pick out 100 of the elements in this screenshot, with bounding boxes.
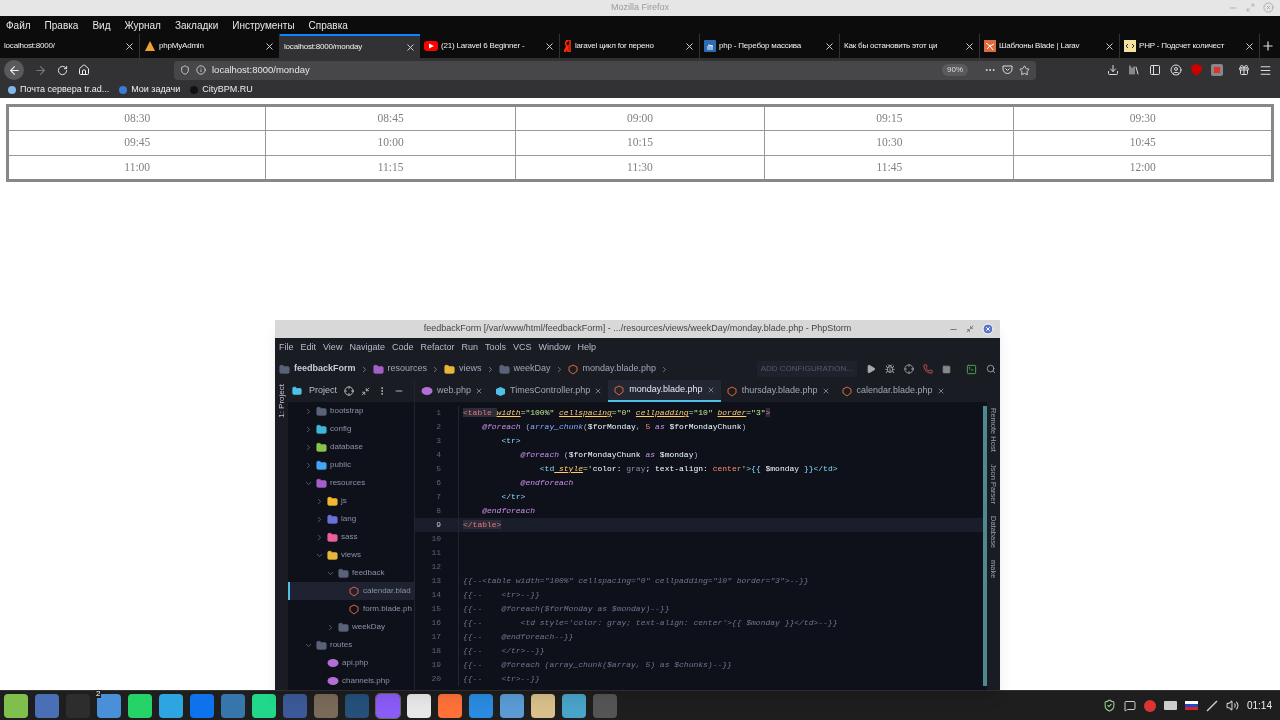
menu-item[interactable]: Tools xyxy=(484,341,506,355)
sidebar-icon[interactable] xyxy=(1149,64,1161,76)
bookmark-star-icon[interactable] xyxy=(1019,64,1030,76)
chat-icon[interactable] xyxy=(1123,699,1136,712)
menu-item[interactable]: Файл xyxy=(6,17,31,33)
editor-tab[interactable]: web.php xyxy=(415,380,490,402)
tree-item[interactable]: routes xyxy=(288,636,414,654)
tree-item[interactable]: feedback xyxy=(288,564,414,582)
tree-item[interactable]: database xyxy=(288,438,414,456)
tree-item[interactable]: lang xyxy=(288,510,414,528)
menu-icon[interactable] xyxy=(1259,63,1272,77)
account-icon[interactable] xyxy=(1170,64,1182,76)
run-icon[interactable] xyxy=(866,364,876,374)
project-view-dropdown[interactable]: Project xyxy=(309,384,337,398)
tree-item[interactable]: public xyxy=(288,456,414,474)
info-icon[interactable] xyxy=(196,65,206,75)
forward-icon[interactable] xyxy=(34,63,47,77)
tree-item[interactable]: weekDay xyxy=(288,618,414,636)
close-icon[interactable] xyxy=(824,40,835,52)
menu-item[interactable]: Справка xyxy=(308,17,348,33)
project-tool-tab[interactable]: 1: Project xyxy=(275,384,288,418)
close-icon[interactable] xyxy=(964,40,975,52)
back-button[interactable] xyxy=(4,60,24,80)
tree-item[interactable]: calendar.blad xyxy=(288,582,414,600)
menu-item[interactable]: VCS xyxy=(513,341,532,355)
taskbar-app-icon[interactable] xyxy=(252,693,276,718)
zoom-level[interactable]: 90% xyxy=(942,64,968,76)
menu-item[interactable]: Edit xyxy=(300,341,317,355)
browser-tab[interactable]: localhost:8000/monday xyxy=(280,34,420,58)
terminal-icon[interactable] xyxy=(966,363,977,375)
menu-item[interactable]: Закладки xyxy=(174,17,219,33)
collapse-icon[interactable] xyxy=(361,386,370,396)
bookmark[interactable]: Почта сервера tr.ad... xyxy=(8,83,110,97)
taskbar-app-icon[interactable] xyxy=(438,693,462,718)
menu-item[interactable]: Help xyxy=(577,341,597,355)
tree-item[interactable]: sass xyxy=(288,528,414,546)
taskbar-app-icon[interactable] xyxy=(159,693,183,718)
stop-icon[interactable] xyxy=(942,364,951,374)
notification-icon[interactable] xyxy=(1143,699,1156,712)
home-icon[interactable] xyxy=(78,64,90,76)
editor-tab[interactable]: TimesController.php xyxy=(489,380,609,402)
bookmark[interactable]: Мои задачи xyxy=(119,83,181,97)
menu-item[interactable]: Инструменты xyxy=(232,17,295,33)
shield-icon[interactable] xyxy=(180,65,190,75)
bookmark[interactable]: CityBPM.RU xyxy=(190,83,253,97)
menu-item[interactable]: Run xyxy=(461,341,478,355)
close-icon[interactable] xyxy=(264,40,275,52)
tree-item[interactable]: config xyxy=(288,420,414,438)
bug-icon[interactable] xyxy=(885,364,895,374)
menu-item[interactable]: Refactor xyxy=(420,341,455,355)
close-icon[interactable] xyxy=(544,40,555,52)
tree-item[interactable]: channels.php xyxy=(288,672,414,690)
search-icon[interactable] xyxy=(986,364,996,374)
menu-item[interactable]: Window xyxy=(538,341,571,355)
menu-item[interactable]: Журнал xyxy=(124,17,161,33)
taskbar-app-icon[interactable] xyxy=(407,693,431,718)
menu-item[interactable]: File xyxy=(279,341,294,355)
editor-tab[interactable]: thursday.blade.php xyxy=(720,380,836,402)
shield-icon[interactable] xyxy=(1102,699,1116,712)
editor-tab[interactable]: calendar.blade.php xyxy=(835,380,951,402)
close-icon[interactable] xyxy=(1244,40,1255,52)
tree-item[interactable]: form.blade.ph xyxy=(288,600,414,618)
menu-item[interactable]: Вид xyxy=(92,17,111,33)
tree-item[interactable]: resources xyxy=(288,474,414,492)
taskbar-app-icon[interactable] xyxy=(531,693,555,718)
taskbar-app-icon[interactable] xyxy=(500,693,524,718)
locate-icon[interactable] xyxy=(344,386,354,396)
library-icon[interactable] xyxy=(1128,64,1140,76)
new-tab-icon[interactable] xyxy=(1261,39,1275,53)
tree-item[interactable]: js xyxy=(288,492,414,510)
close-icon[interactable] xyxy=(124,40,135,52)
breadcrumb[interactable]: weekDay xyxy=(498,362,551,376)
tree-item[interactable]: views xyxy=(288,546,414,564)
menu-item[interactable]: Navigate xyxy=(349,341,385,355)
menu-item[interactable]: Правка xyxy=(44,17,79,33)
reload-icon[interactable] xyxy=(57,64,68,76)
tree-item[interactable]: bootstrap xyxy=(288,402,414,420)
download-icon[interactable] xyxy=(1107,64,1119,76)
close-icon[interactable] xyxy=(1104,40,1115,52)
taskbar-app-icon[interactable] xyxy=(128,693,152,718)
breadcrumb[interactable]: monday.blade.php xyxy=(567,362,656,376)
restore-icon[interactable] xyxy=(966,325,974,333)
breadcrumb[interactable]: resources xyxy=(372,362,428,376)
clock[interactable]: 01:14 xyxy=(1246,698,1272,713)
menu-item[interactable]: Code xyxy=(391,341,414,355)
breadcrumb[interactable]: views xyxy=(444,362,482,376)
breadcrumb[interactable]: feedbackForm xyxy=(279,362,356,376)
pocket-icon[interactable] xyxy=(1002,65,1013,75)
taskbar-app-icon[interactable] xyxy=(4,693,28,718)
coverage-icon[interactable] xyxy=(904,364,914,374)
close-icon[interactable] xyxy=(684,40,695,52)
close-icon[interactable] xyxy=(405,41,416,53)
gift-icon[interactable] xyxy=(1238,64,1250,76)
volume-icon[interactable] xyxy=(1225,699,1239,712)
phone-icon[interactable] xyxy=(923,364,933,374)
taskbar-app-icon[interactable]: 2 xyxy=(97,693,121,718)
language-flag-icon[interactable] xyxy=(1184,701,1198,710)
tree-item[interactable]: api.php xyxy=(288,654,414,672)
menu-item[interactable]: View xyxy=(323,341,343,355)
taskbar-app-icon[interactable] xyxy=(562,693,586,718)
